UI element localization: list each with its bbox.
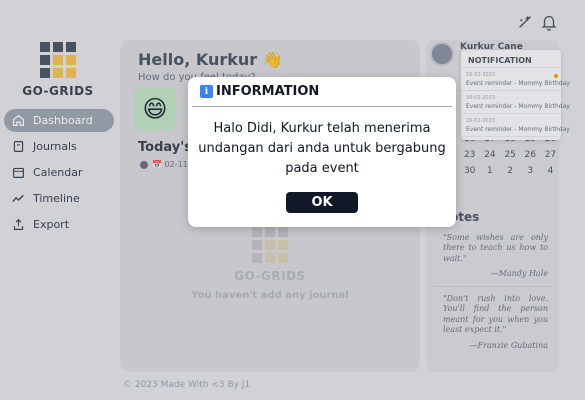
dialog-header: i INFORMATION	[192, 77, 452, 107]
info-icon: i	[200, 85, 213, 98]
dialog-message: Halo Didi, Kurkur telah menerima undanga…	[198, 121, 446, 176]
dialog-title: INFORMATION	[216, 84, 320, 99]
ok-button[interactable]: OK	[286, 192, 358, 213]
information-dialog: i INFORMATION Halo Didi, Kurkur telah me…	[188, 77, 456, 227]
